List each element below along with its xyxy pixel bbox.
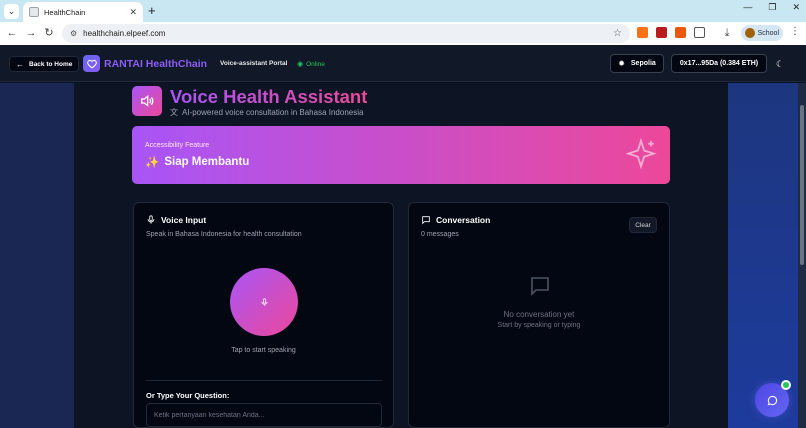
accessibility-banner: Accessibility Feature ✨ Siap Membantu bbox=[132, 126, 670, 184]
conversation-title-text: Conversation bbox=[436, 215, 491, 225]
sparkles-emoji-icon: ✨ bbox=[145, 157, 160, 169]
site-info-icon[interactable]: ⚙ bbox=[70, 29, 77, 38]
back-to-home-button[interactable]: ← Back to Home bbox=[9, 56, 80, 72]
forward-nav-icon[interactable]: → bbox=[24, 26, 38, 40]
voice-input-title: Voice Input bbox=[146, 215, 206, 225]
window-controls: — ❐ ✕ bbox=[743, 2, 800, 13]
notification-dot bbox=[781, 380, 791, 390]
browser-tabstrip: ⌄ HealthChain ✕ + — ❐ ✕ bbox=[0, 0, 806, 22]
address-bar[interactable]: ⚙ healthchain.elpeef.com ☆ bbox=[62, 24, 630, 43]
tap-to-speak-label: Tap to start speaking bbox=[231, 347, 296, 354]
empty-chat-icon bbox=[528, 274, 552, 303]
tab-favicon-icon bbox=[29, 7, 39, 17]
browser-tab[interactable]: HealthChain ✕ bbox=[23, 2, 143, 22]
divider bbox=[146, 380, 382, 381]
heart-icon bbox=[83, 55, 100, 72]
clear-button[interactable]: Clear bbox=[629, 217, 657, 233]
sparkle-icon bbox=[624, 137, 658, 177]
clear-button-label: Clear bbox=[635, 221, 651, 229]
banner-label: Accessibility Feature bbox=[145, 142, 210, 149]
voice-input-title-text: Voice Input bbox=[161, 215, 207, 225]
speaker-icon bbox=[132, 86, 162, 116]
profile-avatar bbox=[745, 28, 755, 38]
brand-name[interactable]: RANTAI HealthChain bbox=[104, 58, 207, 70]
moon-icon[interactable]: ☾ bbox=[776, 59, 784, 70]
tab-close-icon[interactable]: ✕ bbox=[129, 7, 137, 18]
download-icon[interactable]: ⤓ bbox=[720, 26, 734, 40]
profile-chip[interactable]: School bbox=[741, 25, 783, 41]
network-label: Sepolia bbox=[630, 60, 656, 67]
browser-toolbar: ← → ↻ ⚙ healthchain.elpeef.com ☆ ⤓ Schoo… bbox=[0, 22, 806, 45]
back-to-home-label: Back to Home bbox=[29, 60, 73, 68]
microphone-button-icon bbox=[261, 297, 267, 306]
tab-search-button[interactable]: ⌄ bbox=[4, 4, 19, 19]
back-nav-icon[interactable]: ← bbox=[5, 26, 19, 40]
profile-label: School bbox=[757, 29, 779, 37]
status-label: Online bbox=[306, 60, 325, 68]
scrollbar-thumb[interactable] bbox=[800, 105, 804, 265]
page-title: Voice Health Assistant bbox=[170, 86, 368, 107]
portal-label: Voice-assistant Portal bbox=[220, 60, 288, 67]
restore-icon[interactable]: ❐ bbox=[768, 2, 776, 13]
reload-icon[interactable]: ↻ bbox=[42, 26, 56, 40]
page-subtitle: 文 AI-powered voice consultation in Bahas… bbox=[170, 107, 363, 118]
conversation-title: Conversation bbox=[421, 215, 490, 225]
extensions-puzzle-icon[interactable] bbox=[694, 27, 705, 38]
question-input[interactable] bbox=[146, 403, 382, 427]
tab-title: HealthChain bbox=[44, 7, 86, 17]
right-gradient-panel bbox=[728, 83, 798, 428]
empty-state-subtitle: Start by speaking or typing bbox=[497, 322, 581, 329]
empty-state-title: No conversation yet bbox=[503, 310, 575, 319]
type-question-label: Or Type Your Question: bbox=[146, 391, 230, 400]
browser-menu-icon[interactable]: ⋮ bbox=[790, 26, 800, 37]
wallet-label: 0x17...95Da (0.384 ETH) bbox=[679, 60, 759, 67]
wifi-icon: ◉ bbox=[297, 61, 304, 68]
bookmark-star-icon[interactable]: ☆ bbox=[613, 28, 622, 39]
microphone-icon bbox=[147, 215, 155, 224]
close-window-icon[interactable]: ✕ bbox=[792, 2, 800, 13]
extension-orange-icon[interactable] bbox=[675, 27, 686, 38]
metamask-extension-icon[interactable] bbox=[637, 27, 648, 38]
voice-input-card: Voice Input Speak in Bahasa Indonesia fo… bbox=[133, 202, 394, 428]
app-header: ← Back to Home RANTAI HealthChain Voice-… bbox=[0, 45, 806, 82]
banner-title: ✨ Siap Membantu bbox=[145, 155, 249, 169]
network-button[interactable]: ✹ Sepolia bbox=[610, 54, 664, 73]
extension-m-icon[interactable] bbox=[656, 27, 667, 38]
url-text: healthchain.elpeef.com bbox=[83, 29, 166, 38]
conversation-card: Conversation 0 messages Clear No convers… bbox=[408, 202, 670, 428]
new-tab-button[interactable]: + bbox=[148, 4, 156, 18]
page-subtitle-text: AI-powered voice consultation in Bahasa … bbox=[182, 108, 364, 117]
translate-icon: 文 bbox=[170, 108, 178, 117]
wallet-button[interactable]: 0x17...95Da (0.384 ETH) bbox=[671, 54, 767, 73]
banner-title-text: Siap Membantu bbox=[164, 156, 250, 168]
arrow-left-icon: ← bbox=[16, 59, 24, 69]
chat-icon bbox=[767, 395, 777, 405]
sun-icon: ✹ bbox=[618, 59, 625, 68]
status-badge: ◉ Online bbox=[297, 60, 325, 69]
start-speaking-button[interactable] bbox=[230, 268, 298, 336]
message-square-icon bbox=[422, 216, 430, 225]
minimize-icon[interactable]: — bbox=[743, 2, 752, 13]
message-count: 0 messages bbox=[421, 231, 459, 238]
voice-input-subtitle: Speak in Bahasa Indonesia for health con… bbox=[146, 231, 302, 238]
